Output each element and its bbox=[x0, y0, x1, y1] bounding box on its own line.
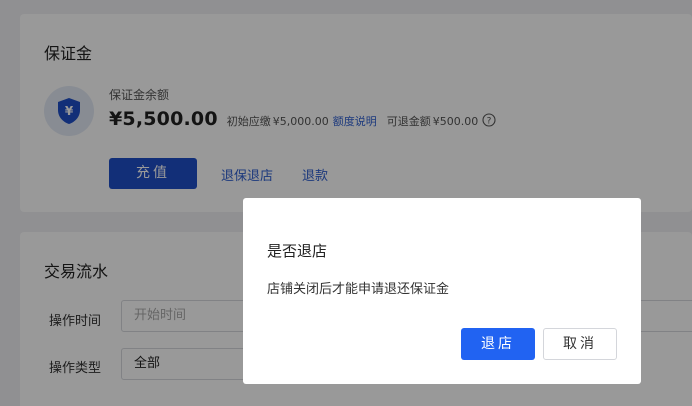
dialog-title: 是否退店 bbox=[267, 242, 328, 260]
confirm-close-shop-button[interactable]: 退店 bbox=[461, 328, 535, 360]
cancel-button[interactable]: 取消 bbox=[543, 328, 617, 360]
close-shop-dialog: 是否退店 店铺关闭后才能申请退还保证金 退店 取消 bbox=[243, 198, 641, 384]
dialog-message: 店铺关闭后才能申请退还保证金 bbox=[267, 282, 450, 297]
